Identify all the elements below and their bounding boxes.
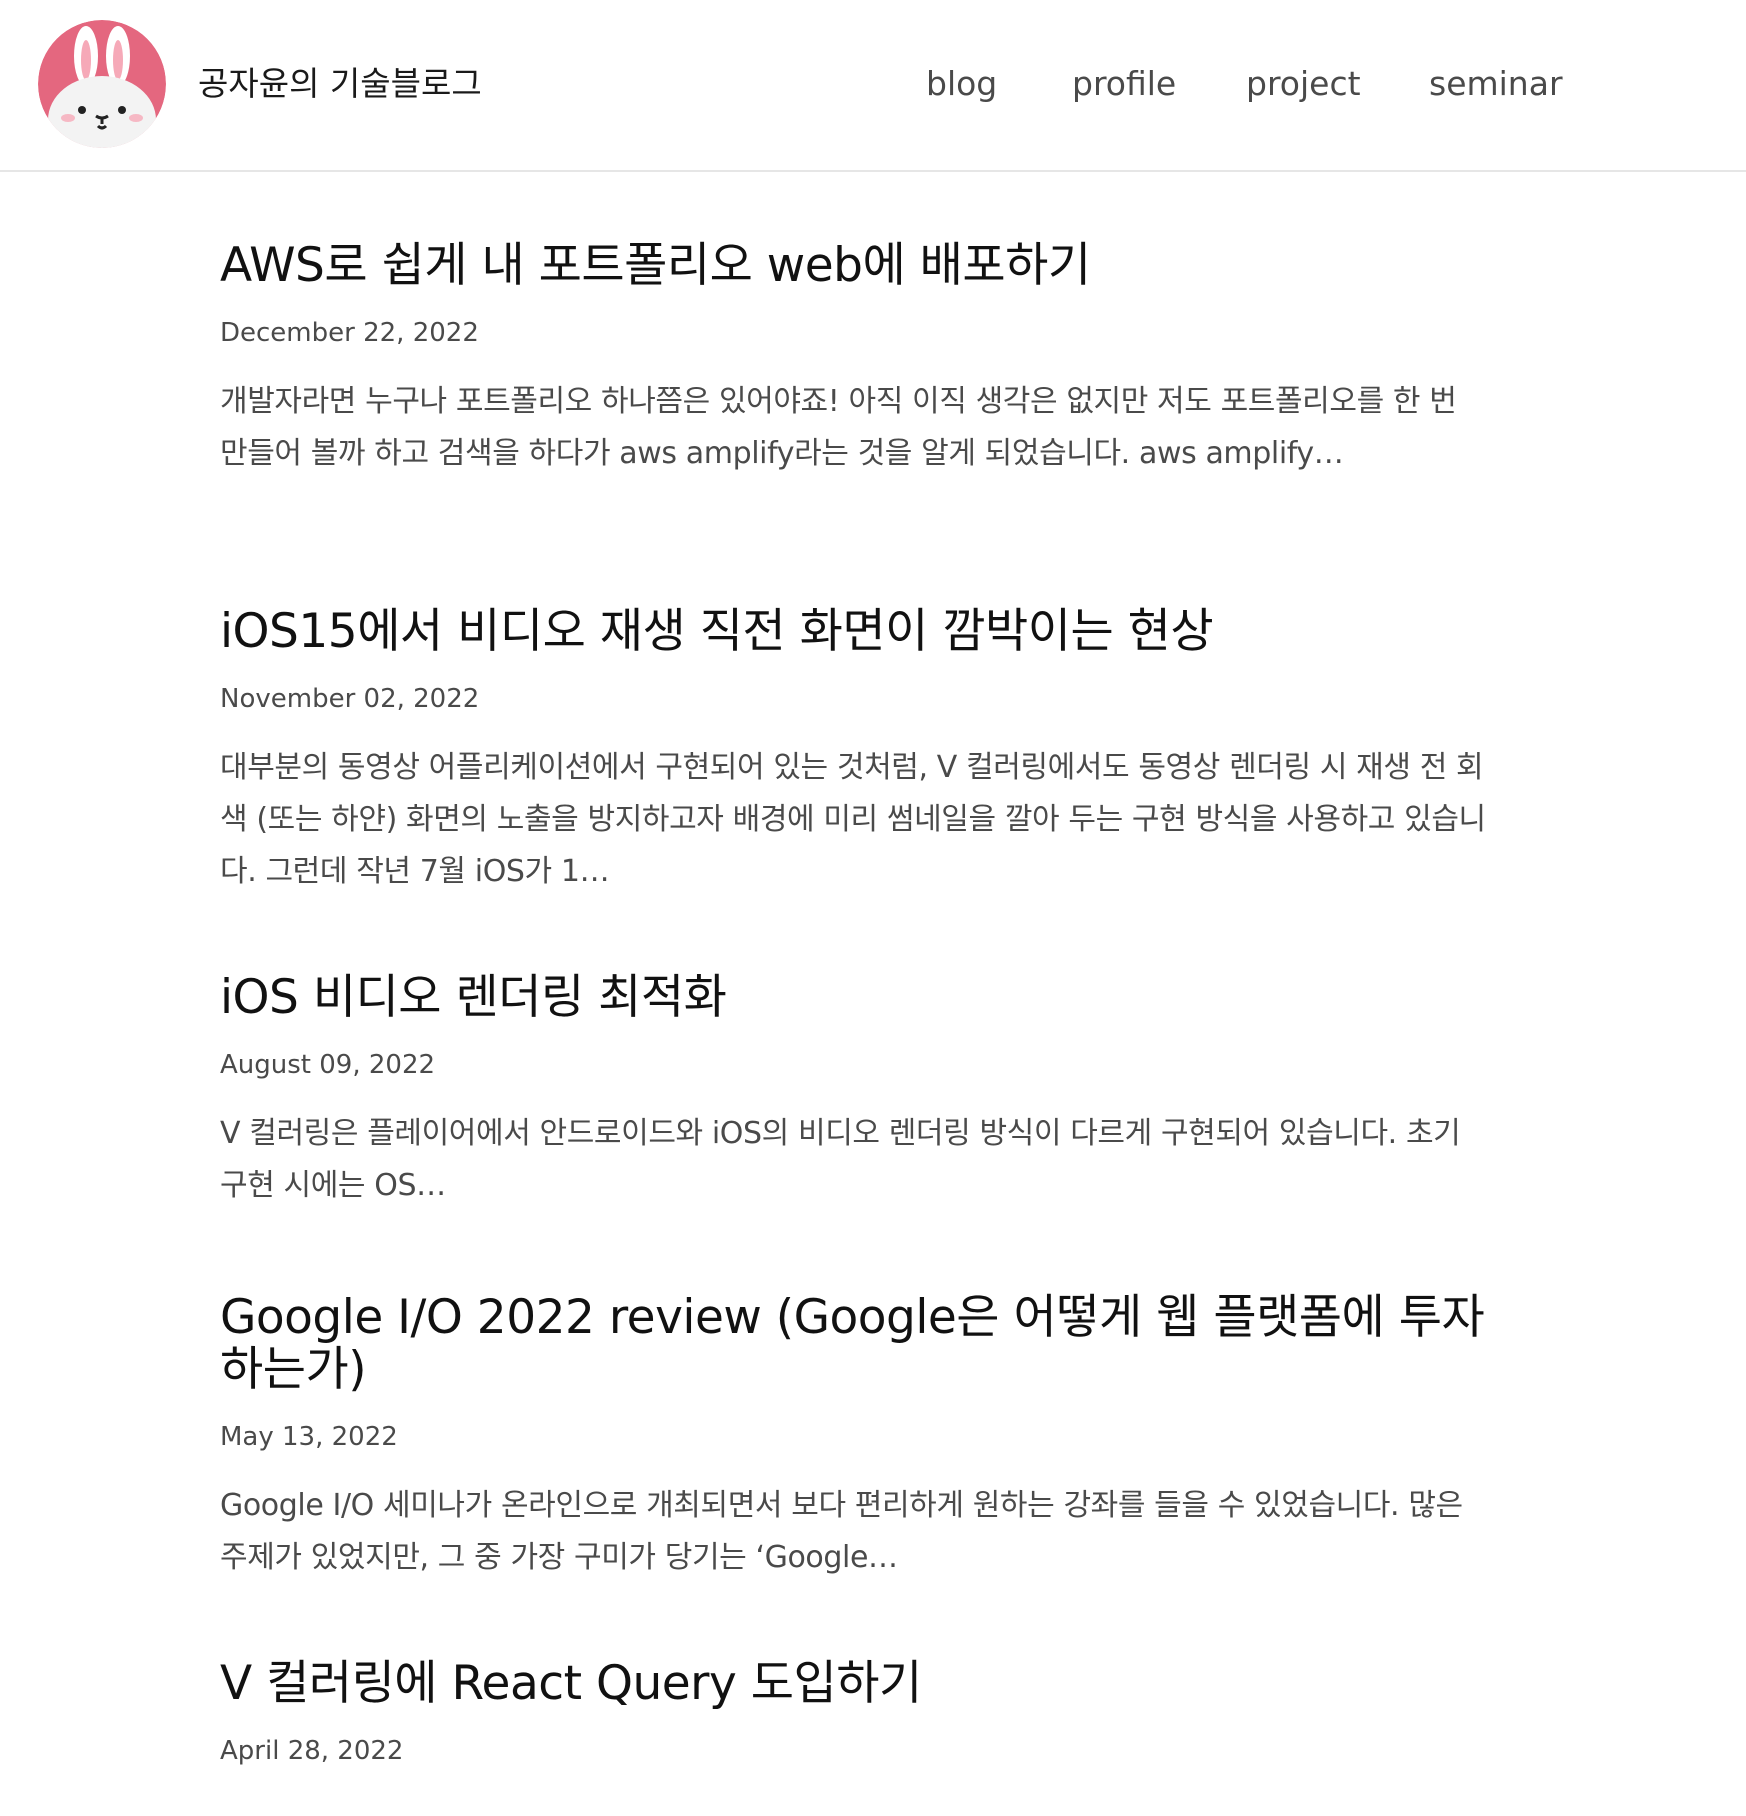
post-title[interactable]: Google I/O 2022 review (Google은 어떻게 웹 플랫… xyxy=(220,1292,1490,1396)
nav-project-link[interactable]: project xyxy=(1246,62,1361,106)
post-excerpt: Google I/O 세미나가 온라인으로 개최되면서 보다 편리하게 원하는 … xyxy=(220,1488,1463,1575)
nav-blog-link[interactable]: blog xyxy=(926,62,997,106)
post-title[interactable]: iOS15에서 비디오 재생 직전 화면이 깜박이는 현상 xyxy=(220,606,1490,658)
post-date: December 22, 2022 xyxy=(220,318,479,348)
nav-seminar-link[interactable]: seminar xyxy=(1429,62,1563,106)
post-item[interactable]: V 컬러링에 React Query 도입하기 April 28, 2022 xyxy=(220,1658,922,1768)
post-date: April 28, 2022 xyxy=(220,1736,404,1766)
post-item[interactable]: iOS15에서 비디오 재생 직전 화면이 깜박이는 현상 November 0… xyxy=(220,606,1490,898)
post-excerpt: 대부분의 동영상 어플리케이션에서 구현되어 있는 것처럼, V 컬러링에서도 … xyxy=(220,750,1486,889)
post-excerpt: 개발자라면 누구나 포트폴리오 하나쯤은 있어야죠! 아직 이직 생각은 없지만… xyxy=(220,384,1457,471)
post-item[interactable]: iOS 비디오 렌더링 최적화 August 09, 2022 V 컬러링은 플… xyxy=(220,972,1490,1212)
post-date: November 02, 2022 xyxy=(220,684,480,714)
post-excerpt: V 컬러링은 플레이어에서 안드로이드와 iOS의 비디오 렌더링 방식이 다르… xyxy=(220,1116,1461,1203)
main-nav: blog profile project seminar xyxy=(0,62,1746,106)
post-title[interactable]: AWS로 쉽게 내 포트폴리오 web에 배포하기 xyxy=(220,240,1490,292)
post-item[interactable]: Google I/O 2022 review (Google은 어떻게 웹 플랫… xyxy=(220,1292,1490,1584)
post-title[interactable]: V 컬러링에 React Query 도입하기 xyxy=(220,1658,922,1710)
post-date: August 09, 2022 xyxy=(220,1050,436,1080)
post-date: May 13, 2022 xyxy=(220,1422,398,1452)
nav-profile-link[interactable]: profile xyxy=(1072,62,1176,106)
post-item[interactable]: AWS로 쉽게 내 포트폴리오 web에 배포하기 December 22, 2… xyxy=(220,240,1490,480)
site-header: 공자윤의 기술블로그 blog profile project seminar xyxy=(0,0,1746,172)
post-title[interactable]: iOS 비디오 렌더링 최적화 xyxy=(220,972,1490,1024)
